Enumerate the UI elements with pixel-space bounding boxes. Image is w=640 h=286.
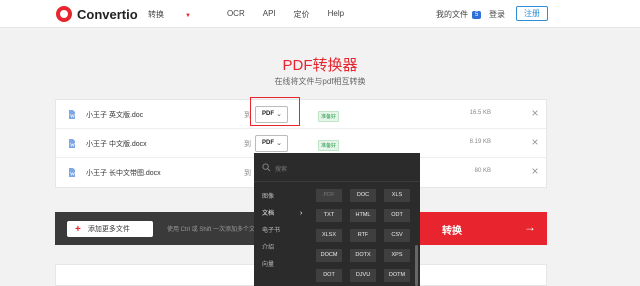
- format-option-rtf[interactable]: RTF: [350, 229, 376, 242]
- page-title: PDF转换器: [282, 57, 358, 74]
- arrow-right-icon: →: [524, 220, 536, 234]
- category-presentation[interactable]: 介绍: [262, 242, 312, 259]
- convert-button-label: 转换: [442, 226, 462, 237]
- add-more-files-button[interactable]: + 添加更多文件: [67, 221, 153, 237]
- file-size: 16.5 KB: [469, 110, 491, 116]
- file-size: 8.19 KB: [469, 139, 491, 145]
- my-files-label: 我的文件: [436, 10, 468, 19]
- add-more-files-label: 添加更多文件: [87, 226, 130, 233]
- format-option-xlsx[interactable]: XLSX: [316, 229, 342, 242]
- format-search-input[interactable]: 搜索: [275, 164, 287, 173]
- close-icon[interactable]: ×: [528, 106, 542, 120]
- nav-convert[interactable]: 转换 ▼: [148, 9, 209, 20]
- logo-text: Convertio: [77, 6, 138, 22]
- chevron-down-icon: ▼: [185, 13, 191, 19]
- to-label: 到: [244, 170, 251, 177]
- status-badge: 准备好: [318, 140, 340, 151]
- file-icon: [69, 139, 75, 148]
- file-row: 小王子 英文版.doc 到 PDF ⌄ 准备好 16.5 KB ×: [56, 100, 546, 129]
- file-size: 80 KB: [474, 168, 491, 174]
- category-ebook[interactable]: 电子书: [262, 225, 312, 242]
- my-files-count-badge: 5: [472, 10, 482, 19]
- file-name: 小王子 长中文带图.docx: [86, 170, 161, 177]
- format-option-djvu[interactable]: DJVU: [350, 269, 376, 282]
- annotation-highlight-box: [250, 97, 300, 126]
- format-option-pdf[interactable]: PDF: [316, 189, 342, 202]
- my-files-link[interactable]: 我的文件 5: [436, 9, 482, 20]
- format-option-csv[interactable]: CSV: [384, 229, 410, 242]
- signup-button[interactable]: 注册: [516, 6, 548, 21]
- logo[interactable]: Convertio: [56, 5, 138, 23]
- search-icon: [262, 163, 271, 172]
- to-label: 到: [244, 141, 251, 148]
- status-badge: 准备好: [318, 111, 340, 122]
- file-icon: [69, 110, 75, 119]
- format-option-dotx[interactable]: DOTX: [350, 249, 376, 262]
- plus-icon: +: [75, 223, 81, 235]
- nav-ocr[interactable]: OCR: [227, 9, 245, 20]
- nav-help[interactable]: Help: [328, 9, 344, 20]
- category-document[interactable]: 文档 ›: [262, 208, 312, 225]
- format-select[interactable]: PDF ⌄: [255, 135, 288, 152]
- format-option-dotm[interactable]: DOTM: [384, 269, 410, 282]
- file-name: 小王子 中文版.docx: [86, 141, 147, 148]
- file-name: 小王子 英文版.doc: [86, 112, 144, 119]
- nav-api[interactable]: API: [263, 9, 276, 20]
- nav-convert-label: 转换: [148, 10, 164, 19]
- format-option-html[interactable]: HTML: [350, 209, 376, 222]
- top-header: Convertio 转换 ▼ OCR API 定价 Help 我的文件 5 登录 …: [0, 0, 640, 28]
- close-icon[interactable]: ×: [528, 164, 542, 178]
- login-link[interactable]: 登录: [489, 9, 505, 20]
- format-search[interactable]: 搜索: [254, 153, 420, 182]
- close-icon[interactable]: ×: [528, 135, 542, 149]
- format-option-doc[interactable]: DOC: [350, 189, 376, 202]
- format-option-txt[interactable]: TXT: [316, 209, 342, 222]
- format-categories: 图像 文档 › 电子书 介绍 向量: [262, 191, 312, 276]
- dropdown-scrollbar[interactable]: [415, 245, 418, 286]
- nav-pricing[interactable]: 定价: [294, 9, 310, 20]
- convertio-logo-icon: [56, 6, 72, 22]
- format-option-xps[interactable]: XPS: [384, 249, 410, 262]
- format-option-xls[interactable]: XLS: [384, 189, 410, 202]
- category-image[interactable]: 图像: [262, 191, 312, 208]
- format-option-odt[interactable]: ODT: [384, 209, 410, 222]
- chevron-down-icon: ⌄: [276, 140, 282, 147]
- category-document-label: 文档: [262, 211, 275, 217]
- main-nav: 转换 ▼ OCR API 定价 Help: [148, 9, 362, 20]
- multi-select-hint: 使用 Ctrl 或 Shift 一次添加多个文件: [167, 227, 262, 233]
- page-subtitle: 在线将文件与pdf相互转换: [274, 77, 366, 86]
- format-option-docm[interactable]: DOCM: [316, 249, 342, 262]
- category-vector[interactable]: 向量: [262, 259, 312, 276]
- format-select-value: PDF: [262, 140, 274, 146]
- chevron-right-icon: ›: [300, 210, 303, 217]
- format-dropdown: 搜索 图像 文档 › 电子书 介绍 向量 PDF DOC XLS TXT HTML…: [254, 153, 420, 286]
- file-icon: [69, 168, 75, 177]
- format-option-dot[interactable]: DOT: [316, 269, 342, 282]
